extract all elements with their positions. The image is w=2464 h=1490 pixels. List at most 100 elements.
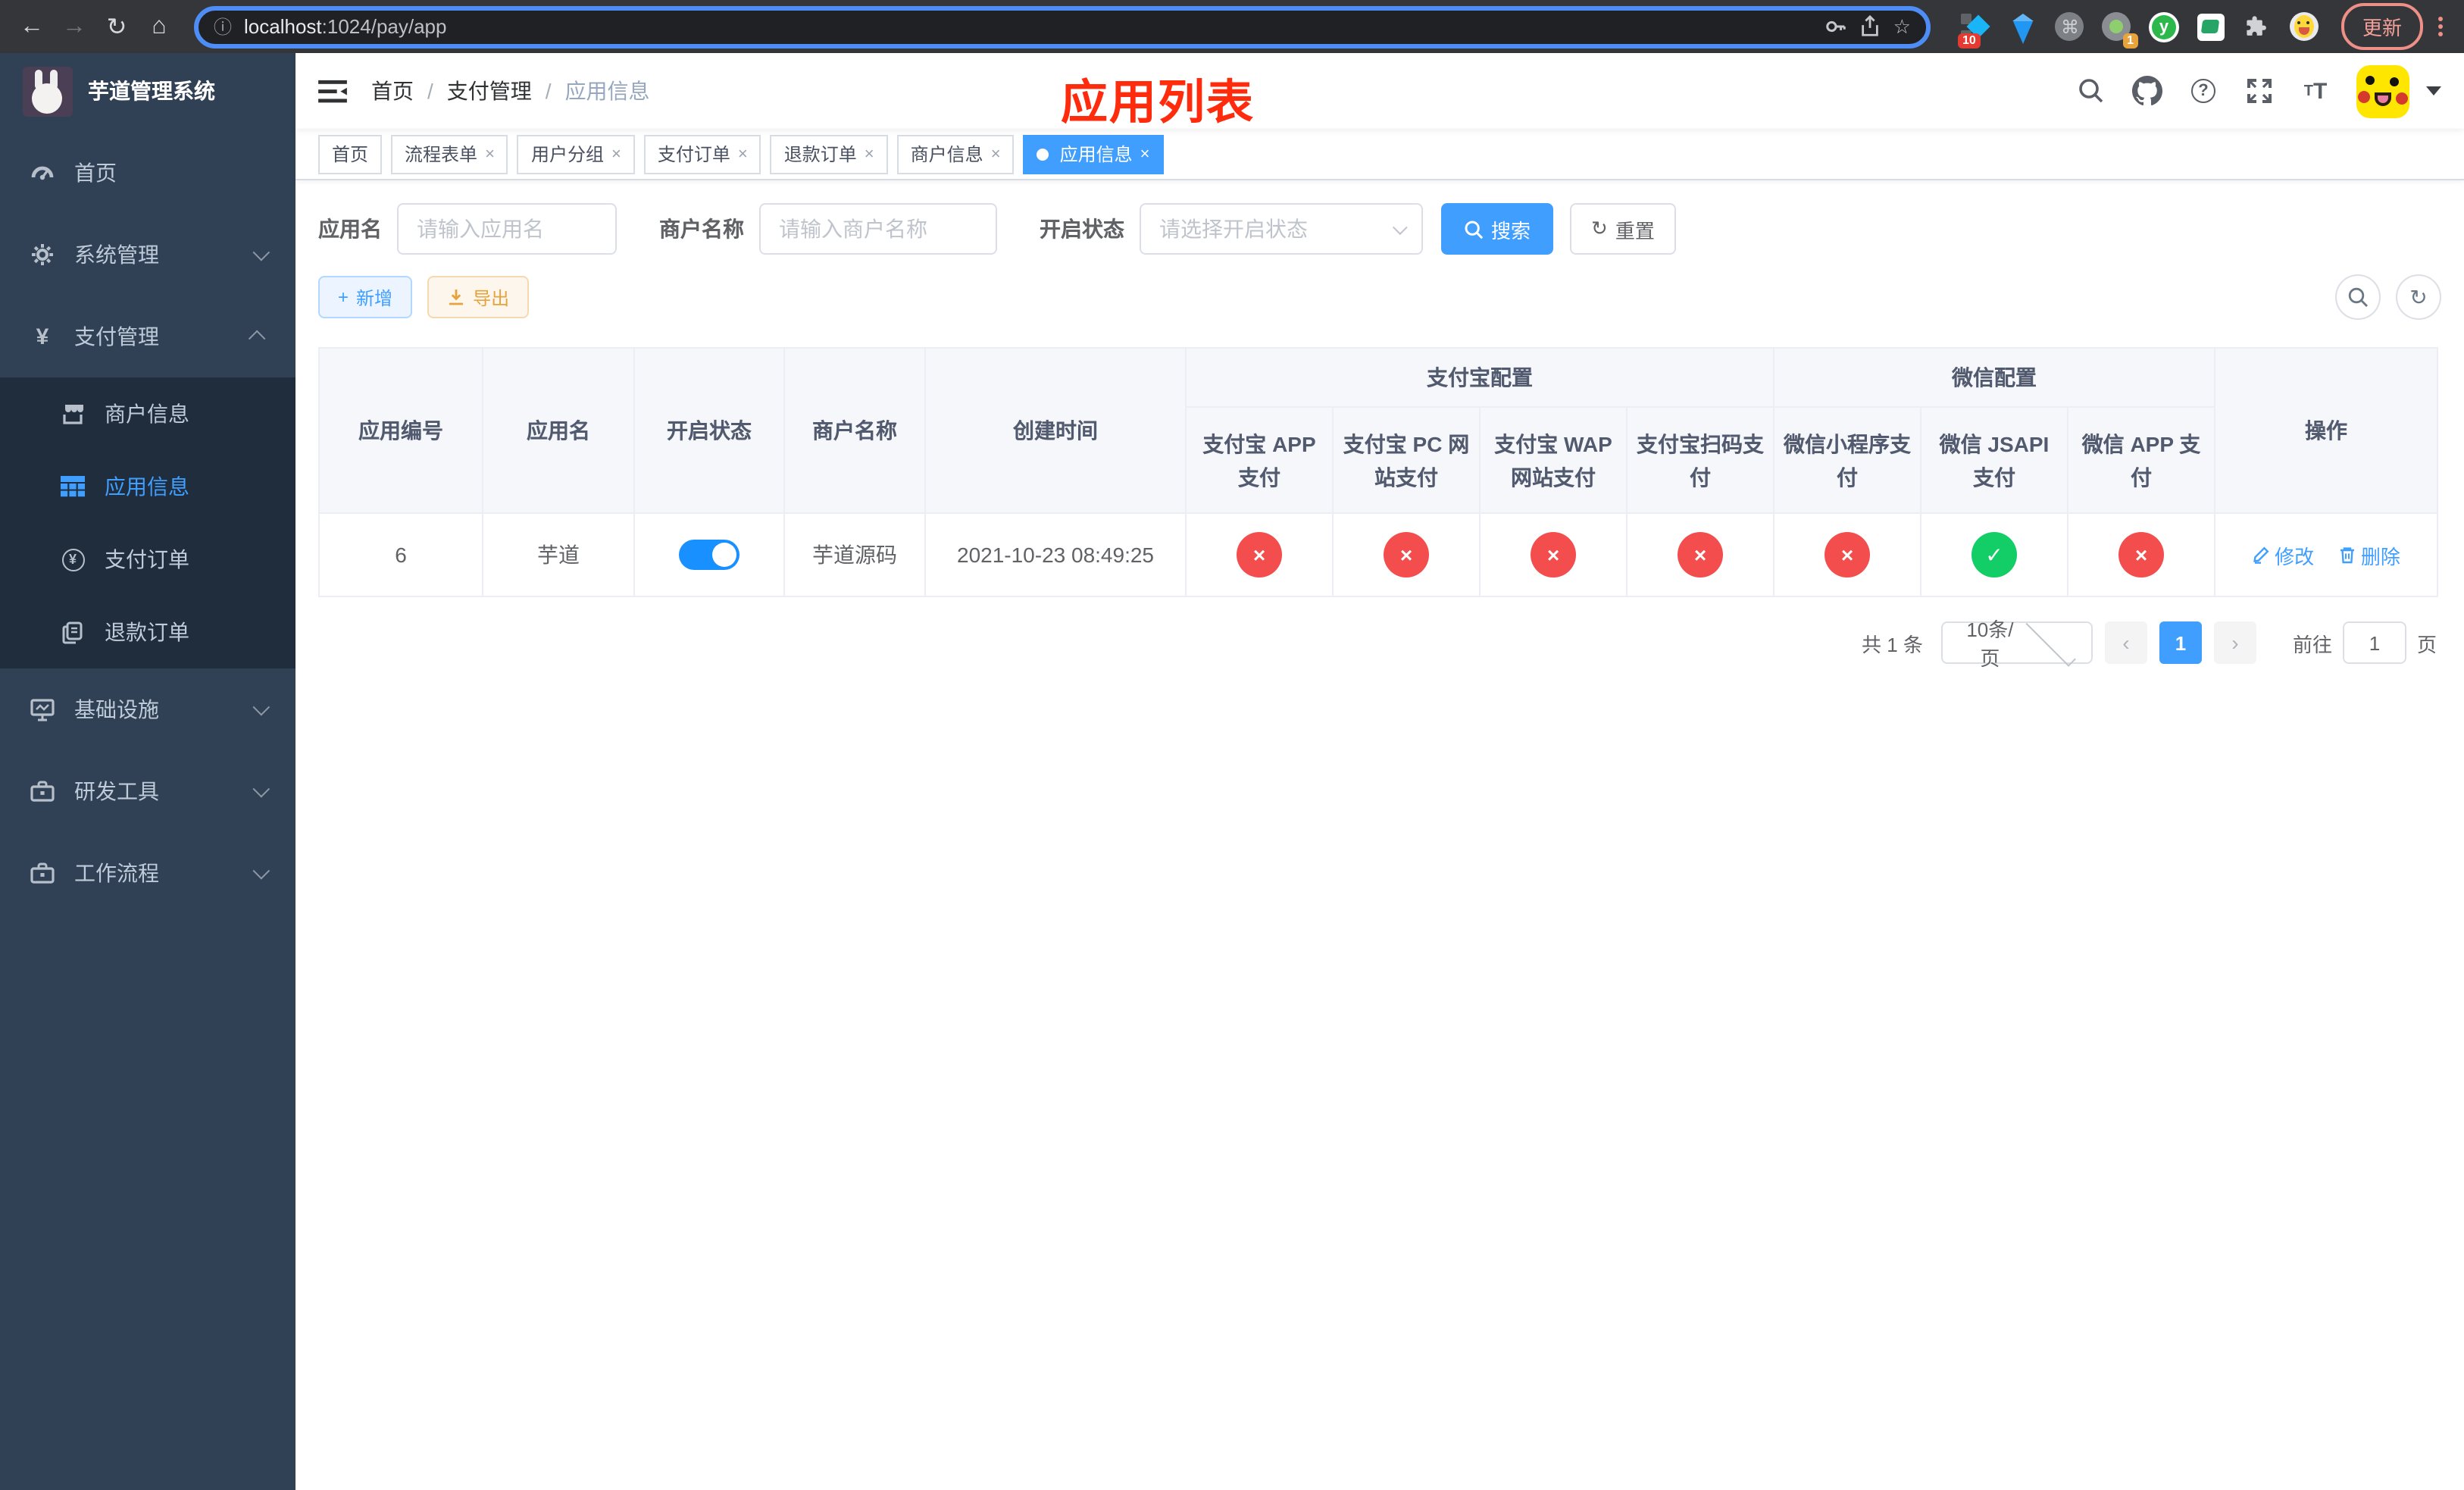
col-header-alipay-wap: 支付宝 WAP 网站支付 xyxy=(1479,406,1628,515)
group-header-alipay: 支付宝配置 xyxy=(1185,346,1775,408)
breadcrumb-home[interactable]: 首页 xyxy=(371,76,414,106)
tab-process-form[interactable]: 流程表单 × xyxy=(391,134,508,174)
config-status-icon: × xyxy=(1678,532,1723,578)
extensions-row: 10 ⌘ 1 y xyxy=(1957,11,2320,48)
extensions-puzzle-icon[interactable] xyxy=(2243,11,2273,42)
close-icon[interactable]: × xyxy=(485,145,495,163)
breadcrumb-pay[interactable]: 支付管理 xyxy=(447,76,532,106)
chrome-update-button[interactable]: 更新 xyxy=(2340,3,2423,50)
config-status-icon: × xyxy=(1384,532,1429,578)
delete-button[interactable]: 删除 xyxy=(2338,541,2400,570)
user-avatar[interactable] xyxy=(2356,64,2409,117)
extension-yudao-icon[interactable]: y xyxy=(2148,11,2179,42)
close-icon[interactable]: × xyxy=(611,145,621,163)
sidebar-item-label: 商户信息 xyxy=(105,402,189,426)
merchant-name-input[interactable] xyxy=(759,203,997,255)
browser-home-button[interactable]: ⌂ xyxy=(142,10,176,43)
extension-command-icon[interactable]: ⌘ xyxy=(2055,11,2085,42)
url-text[interactable]: localhost:1024/pay/app xyxy=(244,15,1813,38)
add-button[interactable]: + 新增 xyxy=(318,276,413,318)
search-icon[interactable] xyxy=(2076,76,2106,106)
tab-pay-order[interactable]: 支付订单 × xyxy=(643,134,761,174)
close-icon[interactable]: × xyxy=(738,145,748,163)
export-button[interactable]: 导出 xyxy=(427,276,530,318)
extension-chat-icon[interactable] xyxy=(2196,11,2226,42)
app-table: 应用编号 应用名 开启状态 商户名称 创建时间 支付宝配置 微信配置 操作 支付… xyxy=(318,346,2438,598)
sidebar-item-label: 支付管理 xyxy=(74,324,159,349)
close-icon[interactable]: × xyxy=(991,145,1001,163)
tab-merchant-info[interactable]: 商户信息 × xyxy=(896,134,1015,174)
sidebar-item-home[interactable]: 首页 xyxy=(0,132,295,214)
tags-view: 首页 流程表单 × 用户分组 × 支付订单 × 退款订单 × 商户信息 × 应用信息 × xyxy=(295,129,2464,180)
sidebar-item-infrastructure[interactable]: 基础设施 xyxy=(0,668,295,750)
table-row: 6 芋道 芋道源码 2021-10-23 08:49:25 × × × × × … xyxy=(318,512,2438,598)
status-toggle[interactable] xyxy=(679,540,740,571)
password-key-icon[interactable] xyxy=(1825,15,1848,38)
url-host: localhost xyxy=(244,15,322,38)
monitor-icon xyxy=(30,697,55,722)
breadcrumb-separator: / xyxy=(545,79,552,103)
table-grid-icon xyxy=(61,474,85,499)
fullscreen-icon[interactable] xyxy=(2244,76,2275,106)
sidebar-item-system[interactable]: 系统管理 xyxy=(0,214,295,296)
sidebar-item-app-info[interactable]: 应用信息 xyxy=(0,450,295,523)
sidebar-item-pay[interactable]: ¥ 支付管理 xyxy=(0,296,295,377)
sidebar-item-workflow[interactable]: 工作流程 xyxy=(0,832,295,914)
chevron-down-icon xyxy=(252,862,270,880)
bookmark-star-icon[interactable]: ☆ xyxy=(1893,14,1911,39)
sidebar-item-dev-tools[interactable]: 研发工具 xyxy=(0,750,295,832)
close-icon[interactable]: × xyxy=(1140,145,1150,163)
page-size-select[interactable]: 10条/页 xyxy=(1940,616,2093,671)
tab-home[interactable]: 首页 xyxy=(318,134,383,174)
tab-refund-order[interactable]: 退款订单 × xyxy=(770,134,888,174)
sidebar-item-refund-order[interactable]: 退款订单 xyxy=(0,596,295,668)
status-select[interactable]: 请选择开启状态 xyxy=(1140,203,1423,255)
edit-button[interactable]: 修改 xyxy=(2252,541,2314,570)
font-size-icon[interactable]: TT xyxy=(2300,76,2331,106)
config-status-icon: × xyxy=(1531,532,1576,578)
sidebar-collapse-icon[interactable] xyxy=(318,78,347,104)
shop-icon xyxy=(61,402,85,426)
help-icon[interactable]: ? xyxy=(2188,76,2219,106)
page-number-1[interactable]: 1 xyxy=(2159,621,2202,665)
reset-button[interactable]: ↻ 重置 xyxy=(1570,203,1676,255)
goto-page-input[interactable] xyxy=(2342,621,2406,665)
tab-user-group[interactable]: 用户分组 × xyxy=(517,134,635,174)
browser-menu-icon[interactable] xyxy=(2438,17,2443,36)
next-page-button[interactable]: › xyxy=(2213,621,2256,665)
col-header-alipay-app: 支付宝 APP 支付 xyxy=(1185,406,1334,515)
extension-diamond-icon[interactable]: 10 xyxy=(1957,11,1991,48)
prev-page-button[interactable]: ‹ xyxy=(2104,621,2147,665)
tab-app-info[interactable]: 应用信息 × xyxy=(1023,134,1164,174)
pagination: 共 1 条 10条/页 ‹ 1 › 前往 页 xyxy=(318,616,2437,671)
toggle-search-icon[interactable] xyxy=(2335,274,2381,320)
sidebar-item-merchant-info[interactable]: 商户信息 xyxy=(0,377,295,450)
profile-emoji-icon[interactable] xyxy=(2290,11,2320,42)
document-copy-icon xyxy=(61,620,85,644)
close-icon[interactable]: × xyxy=(865,145,874,163)
cell-merchant: 芋道源码 xyxy=(783,512,926,598)
search-button[interactable]: 搜索 xyxy=(1441,203,1554,255)
pagination-total: 共 1 条 xyxy=(1862,633,1923,656)
site-info-icon[interactable]: ⓘ xyxy=(214,14,232,39)
browser-forward-button[interactable]: → xyxy=(58,10,91,43)
extension-gem-icon[interactable] xyxy=(2008,11,2038,43)
refresh-table-icon[interactable]: ↻ xyxy=(2396,274,2441,320)
sidebar-item-pay-order[interactable]: ¥ 支付订单 xyxy=(0,523,295,596)
browser-back-button[interactable]: ← xyxy=(15,10,48,43)
cell-actions: 修改 删除 xyxy=(2214,512,2438,598)
address-bar[interactable]: ⓘ localhost:1024/pay/app ☆ xyxy=(194,5,1931,48)
browser-reload-button[interactable]: ↻ xyxy=(100,10,133,43)
github-icon[interactable] xyxy=(2132,76,2162,106)
sidebar-item-label: 支付订单 xyxy=(105,547,189,571)
merchant-name-label: 商户名称 xyxy=(659,217,744,241)
share-icon[interactable] xyxy=(1860,15,1881,38)
sidebar-item-label: 研发工具 xyxy=(74,779,159,803)
sidebar-logo[interactable]: 芋道管理系统 xyxy=(0,53,295,129)
extension-recorder-icon[interactable]: 1 xyxy=(2102,11,2138,48)
user-menu-caret-icon[interactable] xyxy=(2426,86,2441,95)
app-name-input[interactable] xyxy=(397,203,617,255)
goto-label: 前往 xyxy=(2292,633,2332,656)
config-status-icon: ✓ xyxy=(1972,532,2017,578)
gear-icon xyxy=(30,243,55,267)
